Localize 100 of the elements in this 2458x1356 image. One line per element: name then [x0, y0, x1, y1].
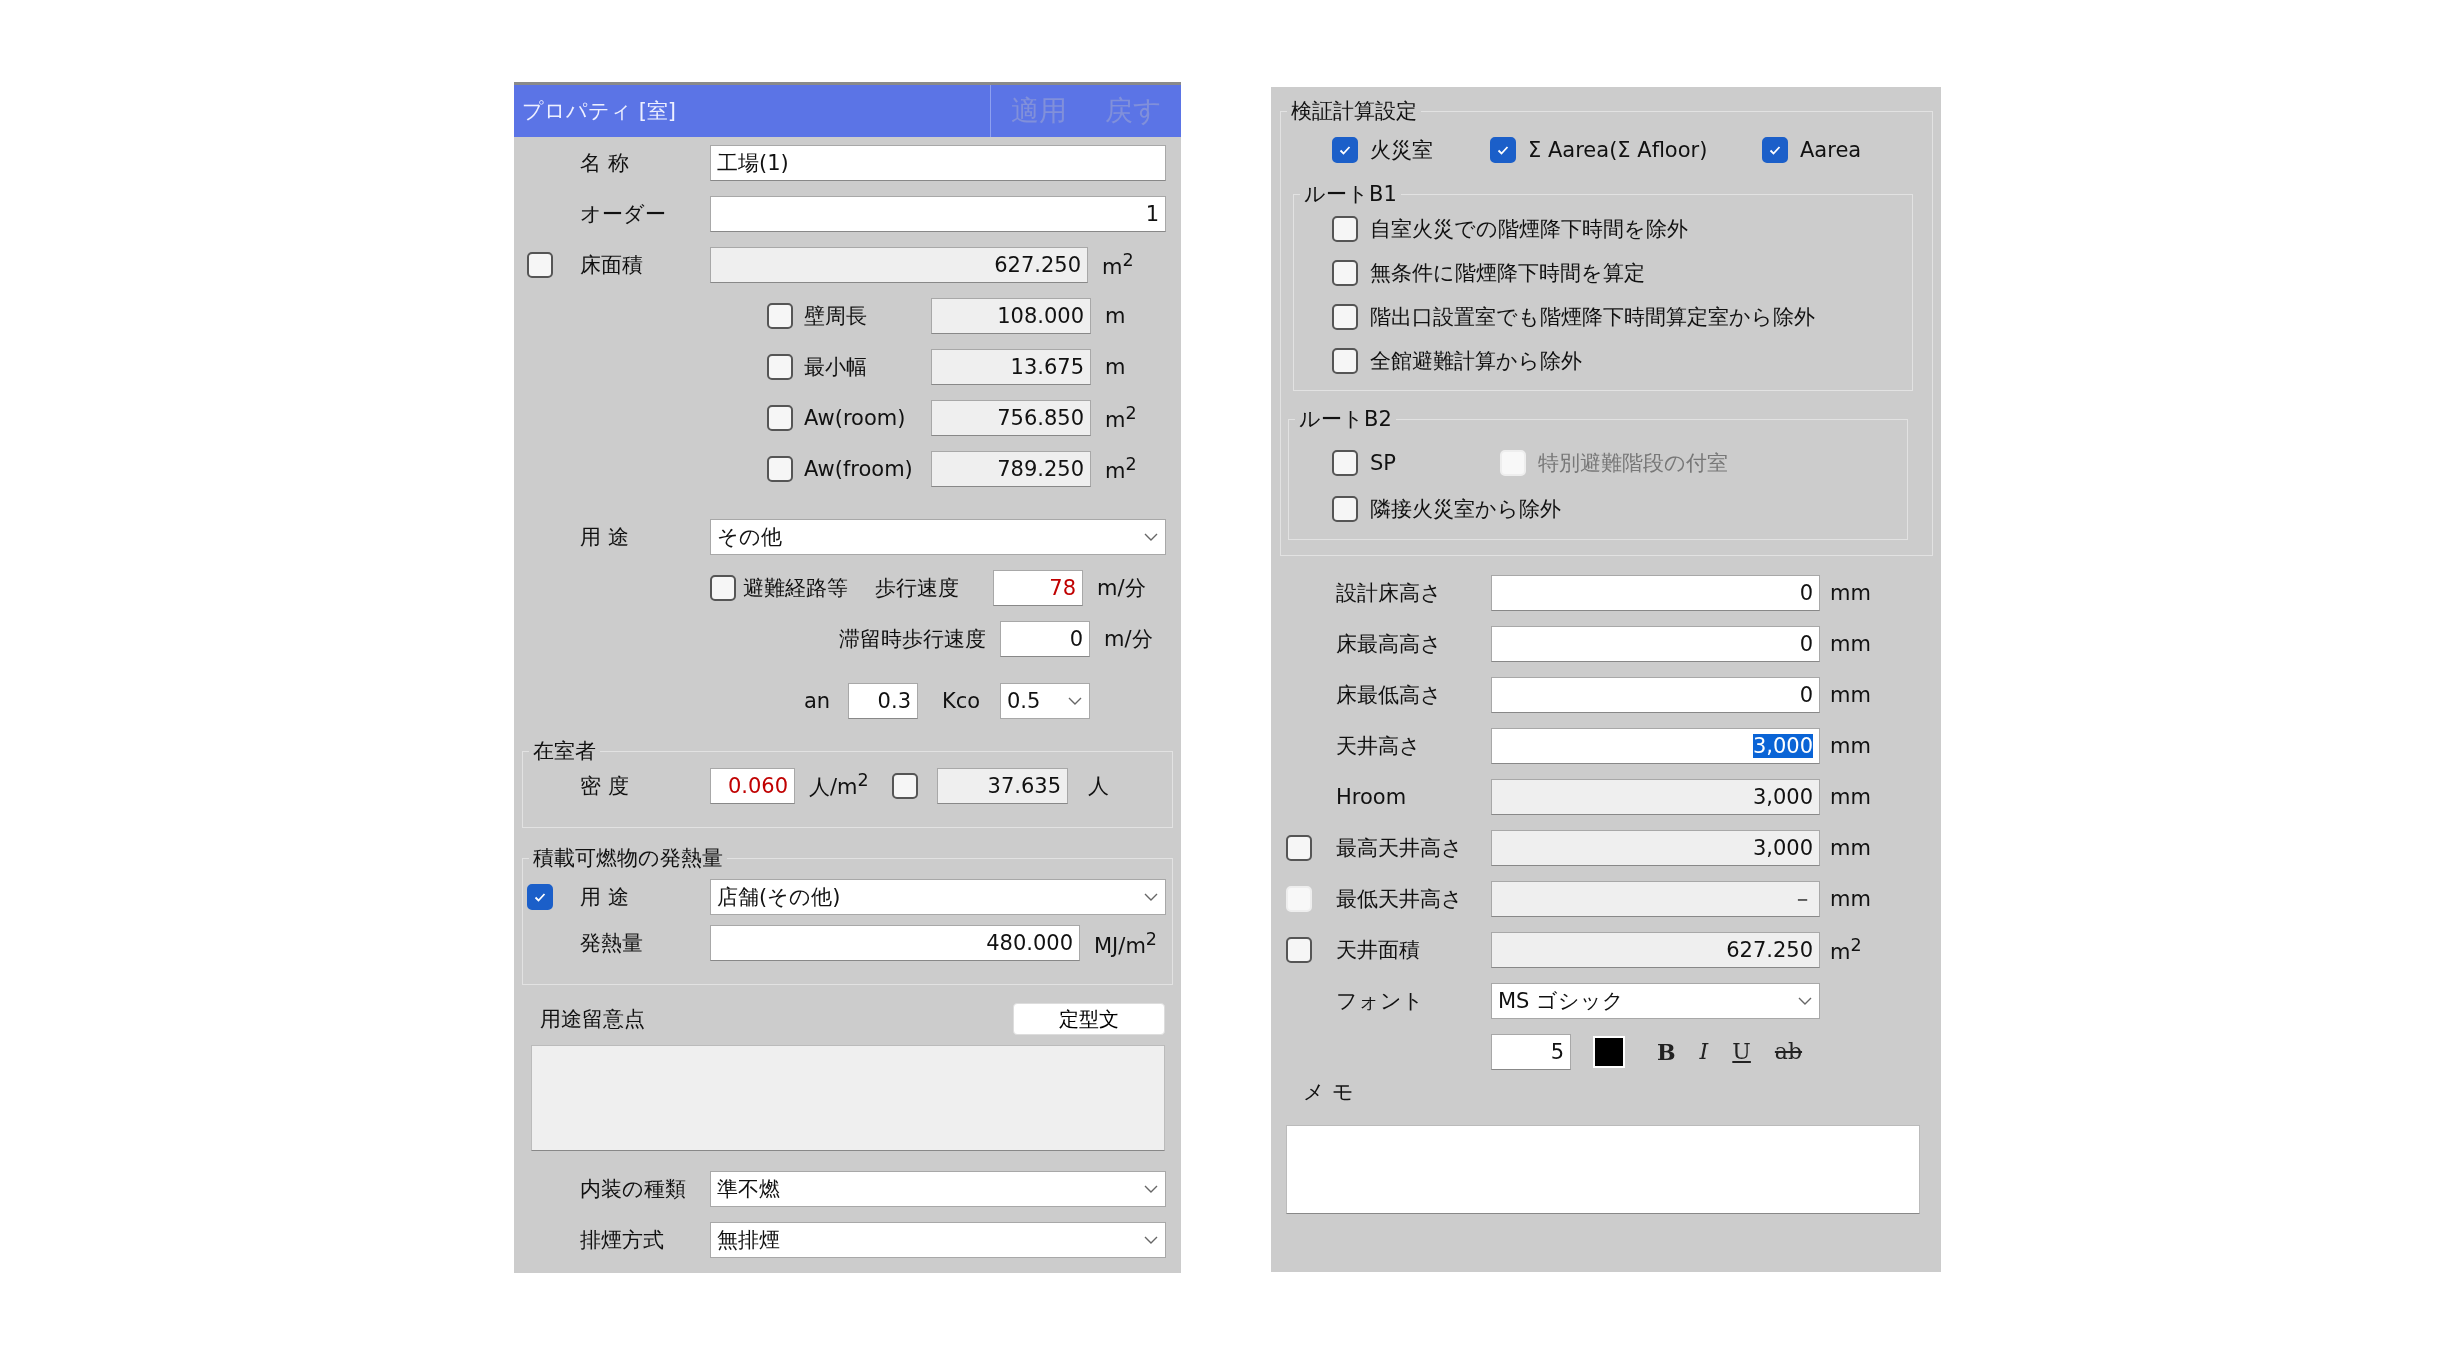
dropdown[interactable]: 店舗(その他)	[710, 879, 1166, 915]
input-field[interactable]: 0.3	[848, 682, 918, 719]
input-field[interactable]: 3,000	[1491, 727, 1820, 764]
input-field[interactable]: 13.675	[931, 348, 1091, 385]
field-label: 密 度	[580, 772, 629, 800]
checkbox[interactable]	[767, 302, 793, 329]
dropdown[interactable]: その他	[710, 518, 1166, 555]
checkbox-label: 無条件に階煙降下時間を算定	[1370, 260, 1645, 287]
input-field[interactable]: 0	[1491, 676, 1820, 713]
notes-field[interactable]	[531, 1045, 1165, 1151]
checkbox[interactable]	[767, 353, 793, 380]
checkbox[interactable]	[1332, 216, 1358, 242]
input-field[interactable]: 3,000	[1491, 829, 1820, 866]
field-label: オーダー	[580, 200, 666, 228]
checkbox[interactable]	[767, 455, 793, 482]
input-field[interactable]: 0	[1491, 625, 1820, 662]
dropdown[interactable]: 無排煙	[710, 1221, 1166, 1258]
checkbox[interactable]	[1332, 260, 1358, 286]
field-label: 滞留時歩行速度	[838, 625, 987, 653]
checkbox-label: 隣接火災室から除外	[1370, 496, 1561, 523]
section-label: 用途留意点	[540, 1006, 645, 1033]
unit-label: mm	[1830, 580, 1871, 605]
field-label: 床最低高さ	[1336, 681, 1443, 709]
checkbox[interactable]	[1332, 137, 1358, 163]
template-button[interactable]: 定型文	[1013, 1003, 1165, 1035]
field-label: 最高天井高さ	[1336, 834, 1464, 862]
unit-label: mm	[1830, 835, 1871, 860]
field-label: an	[804, 688, 832, 713]
unit-label: m/分	[1104, 625, 1153, 653]
checkbox-label: 全館避難計算から除外	[1370, 348, 1582, 375]
field-label: 排煙方式	[580, 1226, 664, 1254]
dropdown[interactable]: MS ゴシック	[1491, 982, 1820, 1019]
unit-label: m$^{2}$	[1105, 454, 1137, 483]
chevron-icon	[1143, 1234, 1159, 1245]
unit-label: m$^{2}$	[1830, 935, 1862, 964]
dropdown[interactable]: 0.5	[1000, 682, 1090, 719]
input-field[interactable]: 0	[1491, 574, 1820, 611]
group-title: 積載可燃物の発熱量	[532, 845, 724, 871]
text-style-button[interactable]: ab	[1768, 1039, 1809, 1064]
field-label: Aw(froom)	[804, 456, 914, 481]
field-label: 用 途	[580, 884, 629, 911]
font-size-field[interactable]: 5	[1491, 1033, 1571, 1070]
field-label: 床面積	[580, 251, 643, 279]
checkbox[interactable]	[892, 772, 918, 799]
input-field[interactable]: 37.635	[937, 767, 1068, 804]
checkbox[interactable]	[1332, 450, 1358, 476]
field-label: 天井高さ	[1336, 732, 1422, 760]
chevron-icon	[1143, 892, 1159, 902]
field-label: 壁周長	[804, 302, 868, 330]
dropdown[interactable]: 準不燃	[710, 1170, 1166, 1207]
text-style-button[interactable]: I	[1693, 1039, 1715, 1064]
input-field[interactable]: 789.250	[931, 450, 1091, 487]
checkbox[interactable]	[1286, 834, 1312, 861]
checkbox[interactable]	[1286, 936, 1312, 963]
input-field[interactable]: 756.850	[931, 399, 1091, 436]
group-title: ルートB2	[1298, 406, 1393, 432]
input-field[interactable]: 480.000	[710, 925, 1080, 961]
input-field[interactable]: 0	[1000, 620, 1090, 657]
checkbox[interactable]	[1762, 137, 1788, 163]
group-title: 検証計算設定	[1290, 98, 1418, 124]
checkbox-label: SP	[1370, 451, 1396, 475]
color-swatch[interactable]	[1593, 1035, 1625, 1068]
checkbox[interactable]	[1332, 496, 1358, 522]
input-field[interactable]: 78	[993, 569, 1083, 606]
unit-label: mm	[1830, 733, 1871, 758]
field-label: フォント	[1336, 987, 1425, 1015]
input-field[interactable]: 108.000	[931, 297, 1091, 334]
field-label: 床最高高さ	[1336, 630, 1443, 658]
input-field[interactable]: 627.250	[1491, 931, 1820, 968]
unit-label: 人	[1088, 772, 1109, 800]
input-field[interactable]: 0.060	[710, 767, 795, 804]
unit-label: m	[1105, 303, 1126, 328]
checkbox[interactable]	[1332, 348, 1358, 374]
chevron-icon	[1143, 1183, 1159, 1194]
checkbox[interactable]	[1490, 137, 1516, 163]
checkbox-label: 火災室	[1370, 137, 1433, 164]
unit-label: m	[1105, 354, 1126, 379]
checkbox[interactable]	[767, 404, 793, 431]
input-field[interactable]: 627.250	[710, 246, 1088, 283]
unit-label: 人/m$^{2}$	[809, 770, 870, 801]
text-style-button[interactable]: B	[1651, 1038, 1682, 1065]
field-label: Hroom	[1336, 784, 1408, 809]
input-field[interactable]: 3,000	[1491, 778, 1820, 815]
field-label: 天井面積	[1336, 936, 1421, 964]
unit-label: m/分	[1097, 574, 1146, 602]
checkbox[interactable]	[527, 251, 553, 278]
checkbox[interactable]	[710, 574, 736, 601]
unit-label: mm	[1830, 682, 1871, 707]
input-field[interactable]: 工場(1)	[710, 144, 1166, 181]
input-field[interactable]: 1	[710, 195, 1166, 232]
field-label: 名 称	[580, 149, 629, 177]
field-label: 歩行速度	[875, 574, 960, 602]
chevron-icon	[1067, 695, 1083, 706]
checkbox[interactable]	[1332, 304, 1358, 330]
checkbox-label: 自室火災での階煙降下時間を除外	[1370, 216, 1688, 243]
text-style-button[interactable]: U	[1726, 1039, 1757, 1064]
field-label: Kco	[942, 688, 982, 713]
checkbox-label: 階出口設置室でも階煙降下時間算定室から除外	[1370, 304, 1815, 331]
checkbox[interactable]	[527, 884, 553, 910]
memo-field[interactable]	[1286, 1125, 1920, 1214]
